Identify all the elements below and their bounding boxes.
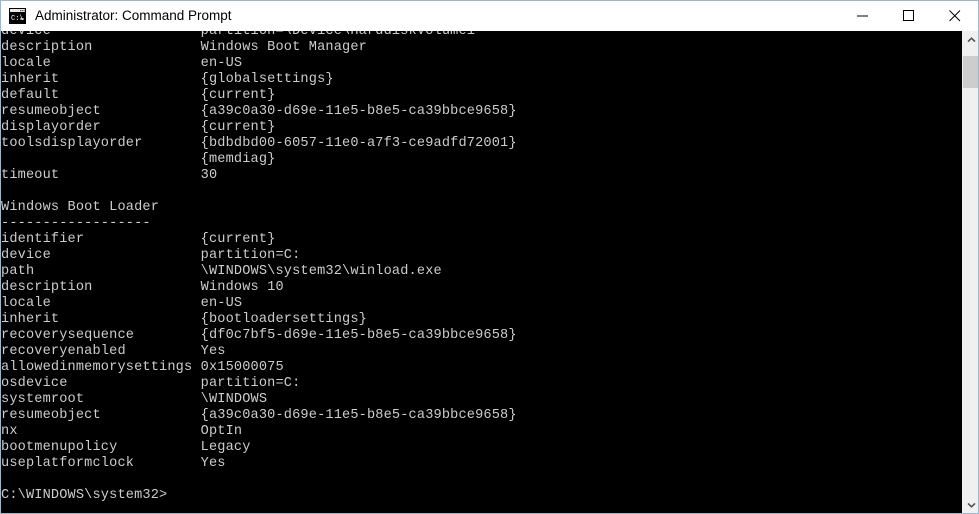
scrollbar-track[interactable] bbox=[963, 48, 978, 496]
console-line: allowedinmemorysettings 0x15000075 bbox=[1, 360, 284, 375]
title-bar[interactable]: C:\ Administrator: Command Prompt bbox=[1, 1, 978, 31]
console-line: default {current} bbox=[1, 88, 276, 103]
console-line: osdevice partition=C: bbox=[1, 376, 301, 391]
window-controls bbox=[840, 1, 978, 31]
maximize-icon bbox=[903, 10, 914, 21]
scrollbar-thumb[interactable] bbox=[963, 56, 978, 88]
console-line: device partition=\Device\HarddiskVolume1 bbox=[1, 31, 476, 39]
console-line: resumeobject {a39c0a30-d69e-11e5-b8e5-ca… bbox=[1, 408, 517, 423]
console-line: recoverysequence {df0c7bf5-d69e-11e5-b8e… bbox=[1, 328, 517, 343]
close-icon bbox=[949, 10, 961, 22]
minimize-button[interactable] bbox=[840, 1, 886, 31]
console-line: bootmenupolicy Legacy bbox=[1, 440, 251, 455]
console-line: description Windows 10 bbox=[1, 280, 284, 295]
console-line: C:\WINDOWS\system32> bbox=[1, 488, 168, 503]
title-bar-left: C:\ Administrator: Command Prompt bbox=[1, 1, 840, 31]
console-line: timeout 30 bbox=[1, 168, 218, 183]
console-line: Windows Boot Loader bbox=[1, 200, 160, 215]
console-line: systemroot \WINDOWS bbox=[1, 392, 268, 407]
console-line: displayorder {current} bbox=[1, 120, 276, 135]
chevron-down-icon bbox=[966, 502, 976, 508]
console-line: resumeobject {a39c0a30-d69e-11e5-b8e5-ca… bbox=[1, 104, 517, 119]
console-line: ------------------ bbox=[1, 216, 151, 231]
scroll-down-button[interactable] bbox=[963, 496, 978, 513]
close-button[interactable] bbox=[932, 1, 978, 31]
vertical-scrollbar[interactable] bbox=[962, 31, 978, 513]
console-line: nx OptIn bbox=[1, 424, 243, 439]
chevron-up-icon bbox=[966, 36, 976, 42]
console-line: description Windows Boot Manager bbox=[1, 40, 367, 55]
minimize-icon bbox=[857, 15, 868, 17]
console-line: locale en-US bbox=[1, 296, 243, 311]
console-line: path \WINDOWS\system32\winload.exe bbox=[1, 264, 442, 279]
console-line: recoveryenabled Yes bbox=[1, 344, 226, 359]
console-line: identifier {current} bbox=[1, 232, 276, 247]
command-prompt-icon: C:\ bbox=[9, 8, 26, 24]
console-line: {memdiag} bbox=[1, 152, 276, 167]
command-prompt-window: C:\ Administrator: Command Prompt device… bbox=[0, 0, 979, 514]
console-text: device partition=\Device\HarddiskVolume1… bbox=[1, 31, 963, 504]
console-line: toolsdisplayorder {bdbdbd00-6057-11e0-a7… bbox=[1, 136, 517, 151]
console-line: useplatformclock Yes bbox=[1, 456, 226, 471]
console-output-area[interactable]: device partition=\Device\HarddiskVolume1… bbox=[1, 31, 978, 513]
console-line: inherit {globalsettings} bbox=[1, 72, 334, 87]
scroll-up-button[interactable] bbox=[963, 31, 978, 48]
maximize-button[interactable] bbox=[886, 1, 932, 31]
console-line: locale en-US bbox=[1, 56, 243, 71]
console-line: device partition=C: bbox=[1, 248, 301, 263]
window-title: Administrator: Command Prompt bbox=[35, 8, 232, 23]
console-line: inherit {bootloadersettings} bbox=[1, 312, 367, 327]
